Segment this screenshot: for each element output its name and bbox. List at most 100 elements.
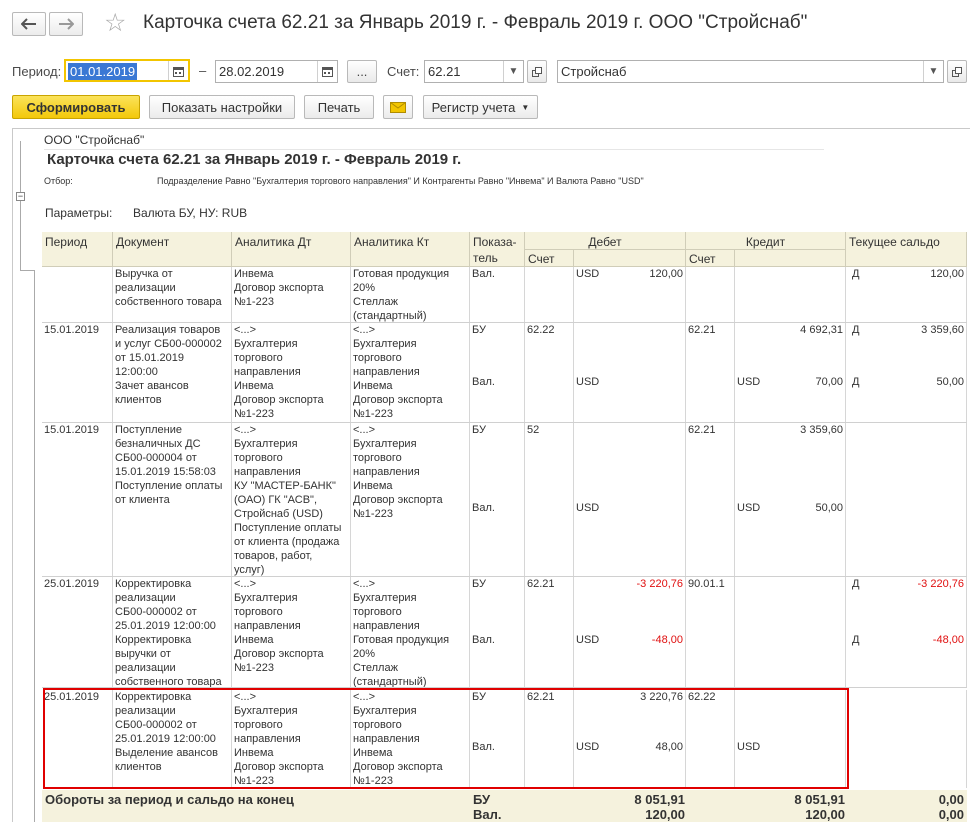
cell-balance: Д 3 359,60 Д 50,00	[846, 323, 967, 422]
chevron-down-icon[interactable]: ▼	[503, 61, 523, 82]
col-credit-account: Счет	[686, 250, 735, 267]
col-debit-account: Счет	[525, 250, 574, 267]
params-label: Параметры:	[45, 206, 113, 220]
credit-value: 4 692,31	[800, 324, 843, 336]
register-label: Регистр учета	[431, 99, 516, 115]
organization-field[interactable]: Стройснаб ▼	[557, 60, 944, 83]
indicator-2: Вал.	[472, 634, 495, 646]
balance-side: Д	[852, 324, 860, 336]
balance-value: -3 220,76	[917, 578, 964, 590]
account-field[interactable]: 62.21 ▼	[424, 60, 524, 83]
cell-analytics-kt: <...> Бухгалтерия торгового направления …	[351, 423, 470, 576]
cell-balance: Д 120,00	[846, 267, 967, 322]
totals-debit-2: 120,00	[645, 807, 685, 822]
col-indicator: Показа- тель	[470, 232, 525, 267]
balance-side: Д	[852, 578, 860, 590]
cell-document: Выручка от реализации собственного товар…	[113, 267, 232, 322]
arrow-right-icon	[59, 18, 74, 30]
totals-balance-2: 0,00	[938, 807, 964, 822]
balance-side: Д	[852, 634, 860, 646]
currency-code: USD	[737, 376, 761, 388]
favorite-star-icon[interactable]: ☆	[104, 8, 126, 38]
print-button[interactable]: Печать	[304, 95, 374, 119]
account-value: 62.21	[428, 64, 461, 79]
cell-credit-sum	[735, 577, 846, 687]
envelope-icon	[390, 101, 406, 113]
cell-indicator: БУ Вал.	[470, 323, 525, 422]
totals-indicator-2: Вал.	[473, 807, 502, 822]
date-to-field[interactable]: 28.02.2019	[215, 60, 338, 83]
arrow-left-icon	[21, 18, 36, 30]
report-heading: Карточка счета 62.21 за Январь 2019 г. -…	[47, 151, 462, 168]
cell-analytics-kt: Готовая продукция 20% Стеллаж (стандартн…	[351, 267, 470, 322]
balance-value: 50,00	[936, 376, 964, 388]
col-balance: Текущее сальдо	[846, 232, 967, 267]
group-line	[34, 270, 35, 822]
send-email-button[interactable]	[383, 95, 413, 119]
open-account-icon[interactable]	[527, 60, 547, 83]
credit-value: 50,00	[815, 502, 843, 514]
cell-analytics-dt: <...> Бухгалтерия торгового направления …	[232, 323, 351, 422]
date-from-field[interactable]: 01.01.2019	[64, 59, 190, 82]
cell-credit-account: 62.21	[686, 423, 735, 576]
col-analytics-kt: Аналитика Кт	[351, 232, 470, 267]
indicator-1: БУ	[472, 324, 486, 336]
chevron-down-icon[interactable]: ▼	[923, 61, 943, 82]
balance-side: Д	[852, 376, 860, 388]
generate-button[interactable]: Сформировать	[12, 95, 140, 119]
indicator-1: БУ	[472, 578, 486, 590]
show-settings-button[interactable]: Показать настройки	[149, 95, 295, 119]
totals-row: Обороты за период и сальдо на конец БУ В…	[42, 790, 967, 822]
debit-value: 120,00	[649, 268, 683, 280]
chevron-down-icon: ▼	[521, 102, 530, 112]
cell-credit-sum	[735, 267, 846, 322]
col-debit: Дебет	[525, 232, 686, 250]
cell-analytics-dt: <...> Бухгалтерия торгового направления …	[232, 577, 351, 687]
cell-indicator: БУ Вал.	[470, 423, 525, 576]
cell-period: 25.01.2019	[42, 577, 113, 687]
totals-indicator-1: БУ	[473, 792, 491, 807]
collapse-group-icon[interactable]: −	[16, 192, 25, 201]
col-credit: Кредит	[686, 232, 846, 250]
balance-value: 120,00	[930, 268, 964, 280]
forward-button[interactable]	[49, 12, 83, 36]
currency-code: USD	[576, 502, 600, 514]
col-document: Документ	[113, 232, 232, 267]
cell-period	[42, 267, 113, 322]
register-dropdown-button[interactable]: Регистр учета ▼	[423, 95, 538, 119]
cell-analytics-kt: <...> Бухгалтерия торгового направления …	[351, 577, 470, 687]
cell-balance	[846, 423, 967, 576]
group-line	[20, 201, 21, 271]
selected-row-highlight	[43, 688, 849, 789]
report-area: − ООО "Стройснаб" Карточка счета 62.21 з…	[12, 128, 970, 822]
col-period: Период	[42, 232, 113, 267]
calendar-icon[interactable]	[168, 61, 188, 80]
totals-credit-2: 120,00	[805, 807, 845, 822]
period-select-button[interactable]: ...	[347, 60, 377, 83]
cell-credit-account	[686, 267, 735, 322]
currency-code: USD	[576, 376, 600, 388]
indicator-2: Вал.	[472, 376, 495, 388]
period-label: Период:	[12, 64, 62, 79]
date-from-value: 01.01.2019	[68, 63, 138, 80]
cell-analytics-dt: <...> Бухгалтерия торгового направления …	[232, 423, 351, 576]
cell-debit-sum: USD	[574, 423, 686, 576]
totals-label: Обороты за период и сальдо на конец	[45, 792, 294, 807]
currency-code: USD	[576, 634, 600, 646]
cell-indicator: Вал.	[470, 267, 525, 322]
cell-analytics-dt: Инвема Договор экспорта №1-223	[232, 267, 351, 322]
filter-text: Подразделение Равно "Бухгалтерия торгово…	[157, 176, 644, 186]
cell-credit-account: 90.01.1	[686, 577, 735, 687]
open-organization-icon[interactable]	[947, 60, 967, 83]
cell-document: Корректировка реализации СБ00-000002 от …	[113, 577, 232, 687]
group-line	[20, 270, 34, 271]
debit-value: -48,00	[651, 634, 683, 646]
cell-credit-account: 62.21	[686, 323, 735, 422]
currency-code: USD	[737, 502, 761, 514]
divider	[44, 149, 824, 150]
calendar-icon[interactable]	[317, 61, 337, 82]
title-bar: ☆ Карточка счета 62.21 за Январь 2019 г.…	[0, 0, 970, 50]
cell-period: 15.01.2019	[42, 323, 113, 422]
back-button[interactable]	[12, 12, 46, 36]
cell-debit-account: 52	[525, 423, 574, 576]
